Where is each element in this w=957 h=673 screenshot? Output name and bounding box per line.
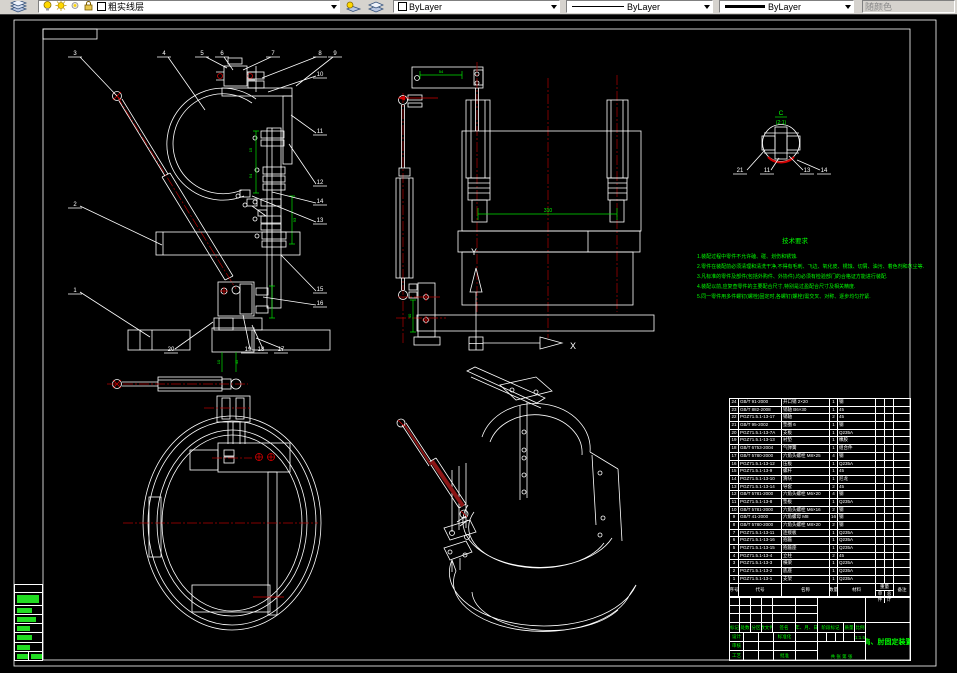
bom-row: 17 GB/T 5780-2000 六角头螺栓 M8×25 4 钢 <box>730 452 910 461</box>
callout-17: 17 <box>278 347 285 353</box>
bom-header-material: 材料 <box>838 583 876 597</box>
callout-13: 13 <box>317 218 324 224</box>
callout-12: 12 <box>317 180 324 186</box>
bom-header-code: 代号 <box>739 583 782 597</box>
dim-15: 15 <box>248 147 253 152</box>
bom-row: 2 PGZ71.5.1-13-2 底座 1 Q235A <box>730 568 910 576</box>
bom-row: 11 PGZ71.5.1-13-8 垫板 1 Q235A <box>730 498 910 507</box>
bom-row: 23 GB/T 882-2008 销轴 B6×30 1 45 <box>730 406 910 415</box>
callout-8: 8 <box>318 51 322 57</box>
cad-application-window: 粗实线层 ByLayer ByLayer ByLayer 随颜色 3 4 5 6… <box>0 0 957 673</box>
dim-45: 45 <box>234 359 239 364</box>
bom-row: 7 PGZ71.5.1-13-11 连接板 1 Q235A <box>730 529 910 538</box>
tb-drawing-number-cell <box>865 597 911 623</box>
bom-row: 16 PGZ71.5.1-13-12 压板 1 Q235A <box>730 460 910 469</box>
dim-54: 54 <box>248 173 253 178</box>
detail-view: C (2:1) 21 11 13 14 <box>733 110 831 175</box>
bom-row: 10 GB/T 5781-2000 六角头螺栓 M6×16 2 钢 <box>730 506 910 515</box>
technical-notes: 技术要求 1.装配过程中零件不允许磕、碰、划伤和锈蚀. 2.零件在装配前必须清理… <box>697 236 924 300</box>
callout-20: 20 <box>168 347 175 353</box>
note-line-4: 4.装配以前,应复查零件的主要配合尺寸,特别是过盈配合尺寸及相关精度. <box>697 283 855 290</box>
tb-craft: 工艺 <box>729 650 744 661</box>
bom-header-qty: 数量 <box>830 583 838 597</box>
bom-row: 1 PGZ71.5.1-13-1 支架 1 Q235A <box>730 575 910 584</box>
ucs-x-label: X <box>570 341 576 351</box>
bom-row: 14 PGZ71.5.1-13-10 滑块 1 尼龙 <box>730 475 910 484</box>
callout-14: 14 <box>317 199 324 205</box>
callout-10: 10 <box>317 72 324 78</box>
bom-row: 5 PGZ71.5.1-13-15 抱箍座 1 Q235A <box>730 545 910 553</box>
bom-header-row: 序号 代号 名称 数量 材料 重量 单件 总计 备注 <box>730 583 910 603</box>
detail-label: C <box>779 110 784 117</box>
note-line-2: 2.零件在装配前必须清理和清洗干净,不得有毛刺、飞边、氧化皮、锈蚀、切屑、油污、… <box>697 263 924 270</box>
callout-11: 11 <box>317 129 324 135</box>
bom-header-note: 备注 <box>897 587 907 592</box>
tb-sheets: 共 张 第 张 <box>817 641 866 661</box>
bom-row: 22 PGZ71.5.1-13-17 销轴 2 45 <box>730 414 910 423</box>
callout-18: 18 <box>258 347 265 353</box>
margin-strip-table <box>14 584 43 661</box>
bom-row: 15 PGZ71.5.1-13-9 螺杆 1 45 <box>730 468 910 476</box>
callout-16: 16 <box>317 301 324 307</box>
callout-3: 3 <box>73 51 77 57</box>
bom-row: 21 GB/T 95-2002 垫圈 61钢 <box>730 422 910 430</box>
bom-row: 18 GB/T 6753-2004 气弹簧 1 组合件 <box>730 445 910 453</box>
bom-row: 20 PGZ71.5.1-13-7A 支板 1 Q235A <box>730 429 910 438</box>
ucs-y-label: Y <box>471 247 477 257</box>
callout-7: 7 <box>271 51 275 57</box>
note-line-5: 5.同一零件用多件螺钉(螺栓)固定时,各螺钉(螺栓)需交叉、对称、逐步均匀拧紧. <box>697 293 871 300</box>
detail-callout-21: 21 <box>737 168 744 174</box>
bom-row: 12 GB/T 5781-2000 六角头螺栓 M6×20 4 钢 <box>730 491 910 499</box>
note-line-1: 1.装配过程中零件不允许磕、碰、划伤和锈蚀. <box>697 253 798 260</box>
notes-title: 技术要求 <box>782 236 809 245</box>
isometric-view <box>396 366 637 632</box>
dim-93: 93 <box>292 217 297 222</box>
detail-callout-13: 13 <box>804 168 811 174</box>
tb-approve: 批准 <box>773 650 796 661</box>
bom-row: 13 PGZ71.5.1-13-14 导套 2 45 <box>730 483 910 492</box>
bom-rows: 24 GB/T 91-2000 开口销 2×20 1 钢 23 GB/T 882-2008 销… <box>730 399 910 584</box>
callout-19: 19 <box>245 347 252 353</box>
bom-row: 19 PGZ71.5.1-13-13 衬垫 1 橡胶 <box>730 437 910 446</box>
callout-4: 4 <box>162 51 166 57</box>
bom-row: 4 PGZ71.5.1-13-4 立柱 2 45 <box>730 552 910 561</box>
bom-row: 3 PGZ71.5.1-13-3 横梁 1 Q235A <box>730 560 910 569</box>
callout-9: 9 <box>333 51 337 57</box>
dim-10: 10 <box>216 359 221 364</box>
callout-15: 15 <box>317 287 324 293</box>
callout-2: 2 <box>73 202 77 208</box>
title-block: 标记 处数 分区 更改文件号 签名 年、月、日 设计 标准化 审核 工艺 批准 … <box>729 597 911 661</box>
tb-drawing-title: 肩、肘固定装置 <box>865 622 911 661</box>
bom-row: 6 PGZ71.5.1-13-16 抱箍 1 Q235A <box>730 537 910 546</box>
note-line-3: 3.凡标准的零件及部件(包括外购件、外协件),均必须有检验部门的合格证方能进行装… <box>697 273 887 280</box>
bom-row: 24 GB/T 91-2000 开口销 2×20 1 钢 <box>730 399 910 407</box>
callout-5: 5 <box>200 51 204 57</box>
bom-header-no: 序号 <box>730 583 739 597</box>
ucs-icon: X Y <box>468 247 576 351</box>
tb-code-cell <box>817 597 866 623</box>
bom-row: 8 GB/T 5780-2000 六角头螺栓 M8×20 2 钢 <box>730 522 910 530</box>
detail-scale: (2:1) <box>776 120 787 126</box>
bom-row: 9 GB/T 41-2000 六角螺母 M8 16 钢 <box>730 514 910 522</box>
side-view-callouts: 3 4 5 6 7 8 9 10 11 12 14 13 15 16 2 1 2… <box>68 51 342 364</box>
side-view <box>112 57 331 372</box>
bom-header-weight: 重量 单件 总计 <box>876 583 894 603</box>
callout-6: 6 <box>220 51 224 57</box>
detail-callout-14: 14 <box>821 168 828 174</box>
bill-of-materials: 24 GB/T 91-2000 开口销 2×20 1 钢 23 GB/T 882-2008 销… <box>729 398 911 603</box>
ring-side-view <box>107 376 322 631</box>
dim-40: 40 <box>407 313 412 318</box>
front-view: 54 40 310 <box>395 62 655 346</box>
bom-header-name: 名称 <box>782 583 830 597</box>
dim-54b: 54 <box>439 69 444 74</box>
detail-callout-11: 11 <box>764 168 771 174</box>
callout-1: 1 <box>73 288 77 294</box>
dim-310: 310 <box>544 208 553 214</box>
